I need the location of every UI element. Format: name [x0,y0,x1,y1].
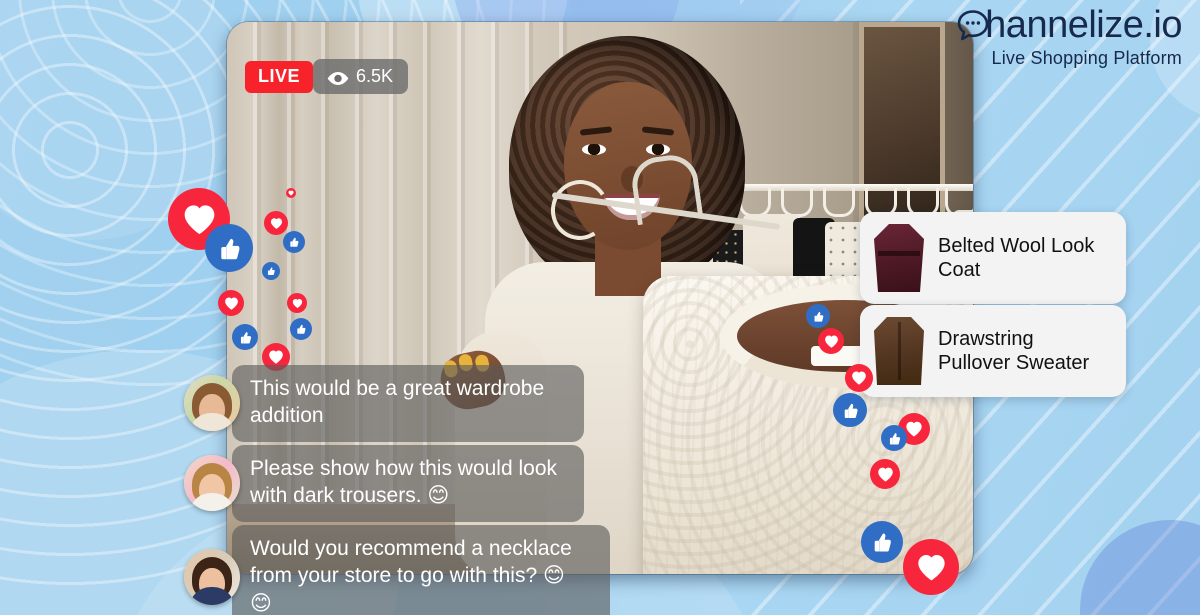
brand-name-row: hannelize.io [956,6,1182,44]
chat-message-text: This would be a great wardrobe addition [232,365,584,442]
heart-reaction-icon [903,539,959,595]
thumbs-up-reaction-icon [290,318,312,340]
sweater-thumbnail-icon [874,317,924,385]
chat-message-text: Please show how this would look with dar… [232,445,584,522]
viewer-avatar [184,455,240,512]
viewer-avatar [184,548,240,605]
viewer-count-value: 6.5K [356,66,394,86]
thumbs-up-reaction-icon [205,224,253,272]
coat-thumbnail-icon [874,224,924,292]
heart-reaction-icon [818,328,844,354]
thumbs-up-reaction-icon [283,231,305,253]
brand-name: hannelize.io [985,4,1182,46]
thumbs-up-reaction-icon [232,324,258,350]
chat-message: Would you recommend a necklace from your… [184,525,610,615]
thumbs-up-reaction-icon [881,425,907,451]
viewer-count-pill: 6.5K [313,59,409,94]
live-badge: LIVE [245,61,314,93]
chat-bubble-icon [956,8,990,42]
heart-reaction-icon [264,211,288,235]
heart-reaction-icon [845,364,873,392]
brand-logo: hannelize.io Live Shopping Platform [956,6,1182,69]
product-card[interactable]: Drawstring Pullover Sweater [860,305,1126,397]
viewer-avatar [184,375,240,432]
eye-icon [326,70,349,85]
thumbs-up-reaction-icon [861,521,903,563]
product-card[interactable]: Belted Wool Look Coat [860,212,1126,304]
chat-message: Please show how this would look with dar… [184,445,584,522]
chat-message-text: Would you recommend a necklace from your… [232,525,610,615]
banner-stage: LIVE 6.5K Belted Wool Look Coat Drawstri… [0,0,1200,615]
hanger [823,188,855,217]
heart-reaction-icon [870,459,900,489]
chat-message: This would be a great wardrobe addition [184,365,584,442]
thumbs-up-reaction-icon [806,304,830,328]
brand-tagline: Live Shopping Platform [991,48,1182,68]
thumbs-up-reaction-icon [833,393,867,427]
thumbs-up-reaction-icon [262,262,280,280]
heart-reaction-icon [287,293,307,313]
product-title: Belted Wool Look Coat [938,234,1095,281]
heart-reaction-icon [218,290,244,316]
product-title: Drawstring Pullover Sweater [938,327,1090,374]
heart-reaction-icon [286,188,296,198]
